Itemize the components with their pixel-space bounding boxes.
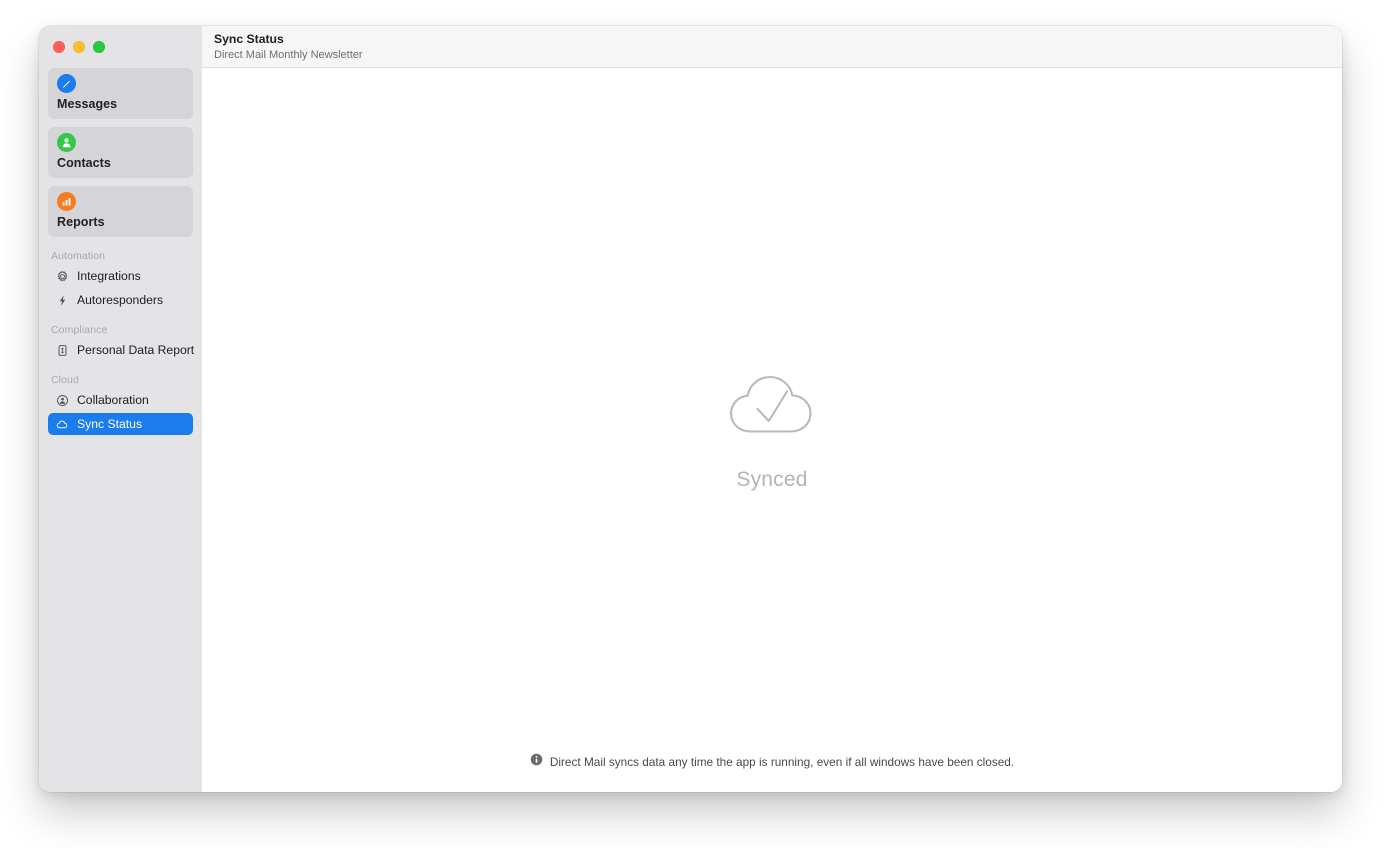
sidebar-item-messages[interactable]: Messages [48,68,193,119]
page-subtitle: Direct Mail Monthly Newsletter [214,49,363,61]
cloud-icon [55,417,69,431]
footer-text: Direct Mail syncs data any time the app … [549,755,1015,769]
sidebar-item-label: Collaboration [77,393,149,407]
content-area: Sync Status Direct Mail Monthly Newslett… [202,26,1342,792]
compose-icon [57,74,76,93]
sidebar-item-collaboration[interactable]: Collaboration [48,389,193,411]
footer-note: Direct Mail syncs data any time the app … [202,753,1342,771]
sidebar-item-integrations[interactable]: Integrations [48,265,193,287]
sidebar-item-label: Reports [57,215,105,229]
sidebar: Messages Contacts Reports Automation Int… [39,26,202,792]
titlebar: Sync Status Direct Mail Monthly Newslett… [202,26,1342,68]
page-root: Messages Contacts Reports Automation Int… [0,0,1382,850]
sidebar-item-personal-data-report[interactable]: Personal Data Report [48,339,195,361]
sidebar-item-label: Messages [57,97,118,111]
close-button[interactable] [53,41,65,53]
sidebar-item-label: Sync Status [77,417,143,431]
person-icon [57,133,76,152]
sidebar-item-autoresponders[interactable]: Autoresponders [48,289,193,311]
person-circle-icon [55,393,69,407]
info-icon [530,753,543,771]
chart-icon [57,192,76,211]
sync-status-block: Synced [202,366,1342,492]
section-title-cloud: Cloud [51,374,79,386]
page-title: Sync Status [214,32,284,46]
sync-status-panel: Synced Direct Mail syncs data any time t… [202,68,1342,792]
section-title-compliance: Compliance [51,324,108,336]
sidebar-item-label: Contacts [57,156,111,170]
sidebar-item-sync-status[interactable]: Sync Status [48,413,193,435]
sync-status-label: Synced [736,468,808,491]
sidebar-body: Messages Contacts Reports Automation Int… [39,68,202,792]
app-window: Messages Contacts Reports Automation Int… [39,26,1342,792]
sidebar-item-label: Integrations [77,269,141,283]
lightning-icon [55,293,69,307]
cloud-check-icon [726,366,818,447]
zoom-button[interactable] [93,41,105,53]
sidebar-item-contacts[interactable]: Contacts [48,127,193,178]
section-title-automation: Automation [51,250,106,262]
sidebar-item-label: Personal Data Report [77,343,195,357]
window-controls [53,41,105,53]
sidebar-item-label: Autoresponders [77,293,164,307]
sidebar-item-reports[interactable]: Reports [48,186,193,237]
document-icon [55,343,69,357]
minimize-button[interactable] [73,41,85,53]
gear-icon [55,269,69,283]
